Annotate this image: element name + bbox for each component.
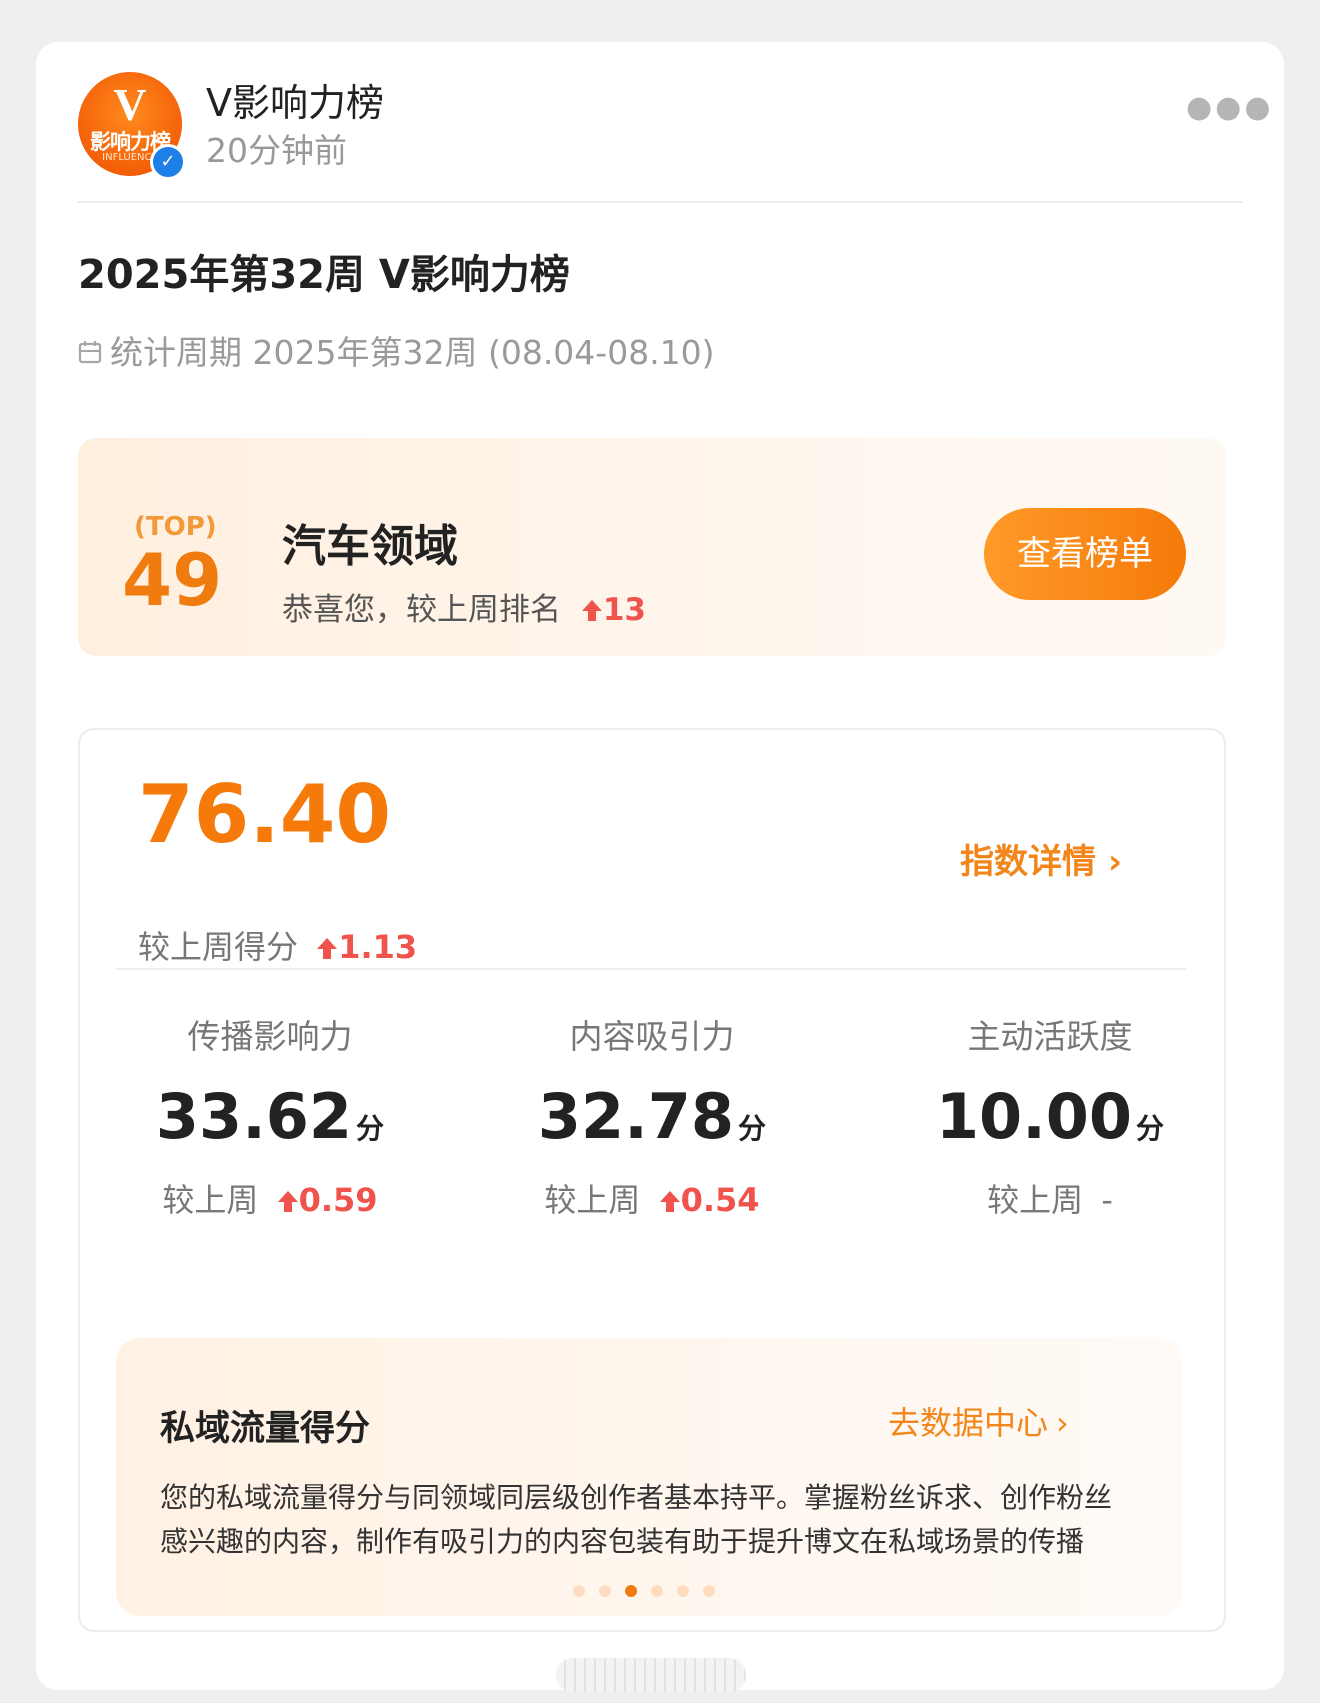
domain-name: 汽车领域 — [282, 521, 458, 572]
private-traffic-description: 您的私域流量得分与同领域同层级创作者基本持平。掌握粉丝诉求、创作粉丝感兴趣的内容… — [160, 1481, 1113, 1558]
total-score: 76.40 — [138, 768, 392, 861]
header-divider — [78, 201, 1242, 203]
rank-change: 恭喜您，较上周排名 13 — [282, 584, 646, 629]
scroll-indicator[interactable] — [556, 1658, 746, 1692]
metric-spread-influence: 传播影响力 33.62 分 较上周 0.59 — [90, 1010, 450, 1221]
rank-change-label: 恭喜您，较上周排名 — [282, 592, 561, 628]
post-card: V 影响力榜 INFLUENCE ✓ V影响力榜 20分钟前 ●●● 2025年… — [36, 42, 1284, 1692]
chevron-right-icon: › — [1108, 842, 1123, 882]
metric-change: 较上周 - — [987, 1181, 1113, 1219]
carousel-dot-active[interactable] — [625, 1585, 637, 1597]
carousel-dot[interactable] — [573, 1585, 585, 1597]
carousel-dot[interactable] — [599, 1585, 611, 1597]
stat-period: 统计周期 2025年第32周 (08.04-08.10) — [78, 326, 715, 374]
metric-change: 较上周 0.54 — [544, 1181, 760, 1219]
carousel-dot[interactable] — [703, 1585, 715, 1597]
post-title: 2025年第32周 V影响力榜 — [78, 252, 570, 298]
chevron-right-icon: › — [1056, 1404, 1069, 1442]
carousel-dot[interactable] — [651, 1585, 663, 1597]
arrow-up-icon — [581, 600, 602, 621]
metric-label: 内容吸引力 — [569, 1017, 735, 1056]
score-divider — [116, 968, 1186, 970]
rank-change-value: 13 — [602, 592, 646, 628]
private-traffic-card[interactable]: 私域流量得分 去数据中心 › 您的私域流量得分与同领域同层级创作者基本持平。掌握粉… — [116, 1338, 1182, 1616]
metric-active-level: 主动活跃度 10.00 分 较上周 - — [870, 1010, 1230, 1221]
score-change: 较上周得分 1.13 — [138, 922, 417, 968]
author-name[interactable]: V影响力榜 — [206, 72, 384, 127]
index-detail-link[interactable]: 指数详情 › — [960, 834, 1122, 883]
logo-letter: V — [113, 79, 147, 130]
metric-change: 较上周 0.59 — [162, 1181, 378, 1219]
view-rank-list-button[interactable]: 查看榜单 — [984, 508, 1186, 600]
arrow-up-icon — [317, 938, 338, 959]
more-dots-icon[interactable]: ●●● — [1186, 90, 1274, 125]
arrow-up-icon — [659, 1191, 680, 1212]
metric-label: 传播影响力 — [187, 1017, 353, 1056]
score-change-value: 1.13 — [338, 928, 418, 966]
arrow-up-icon — [277, 1191, 298, 1212]
carousel-dots[interactable] — [566, 1582, 722, 1601]
calendar-icon — [78, 333, 102, 372]
metric-content-attraction: 内容吸引力 32.78 分 较上周 0.54 — [472, 1010, 832, 1221]
verified-badge-icon: ✓ — [150, 144, 186, 180]
metric-value: 10.00 分 — [935, 1080, 1165, 1153]
metric-value: 33.62 分 — [155, 1080, 385, 1153]
post-time: 20分钟前 — [206, 131, 347, 170]
stat-period-text: 统计周期 2025年第32周 (08.04-08.10) — [110, 333, 715, 372]
metric-label: 主动活跃度 — [967, 1017, 1133, 1056]
carousel-dot[interactable] — [677, 1585, 689, 1597]
rank-number: 49 — [122, 538, 223, 622]
metric-value: 32.78 分 — [537, 1080, 767, 1153]
rank-banner: (TOP) 49 汽车领域 恭喜您，较上周排名 13 查看榜单 — [78, 438, 1226, 656]
score-change-label: 较上周得分 — [138, 928, 299, 966]
data-center-link[interactable]: 去数据中心 › — [888, 1398, 1069, 1444]
score-panel: 76.40 较上周得分 1.13 指数详情 › 传播影响力 33.62 分 较上周 … — [78, 728, 1226, 1632]
private-traffic-title: 私域流量得分 — [160, 1409, 371, 1449]
